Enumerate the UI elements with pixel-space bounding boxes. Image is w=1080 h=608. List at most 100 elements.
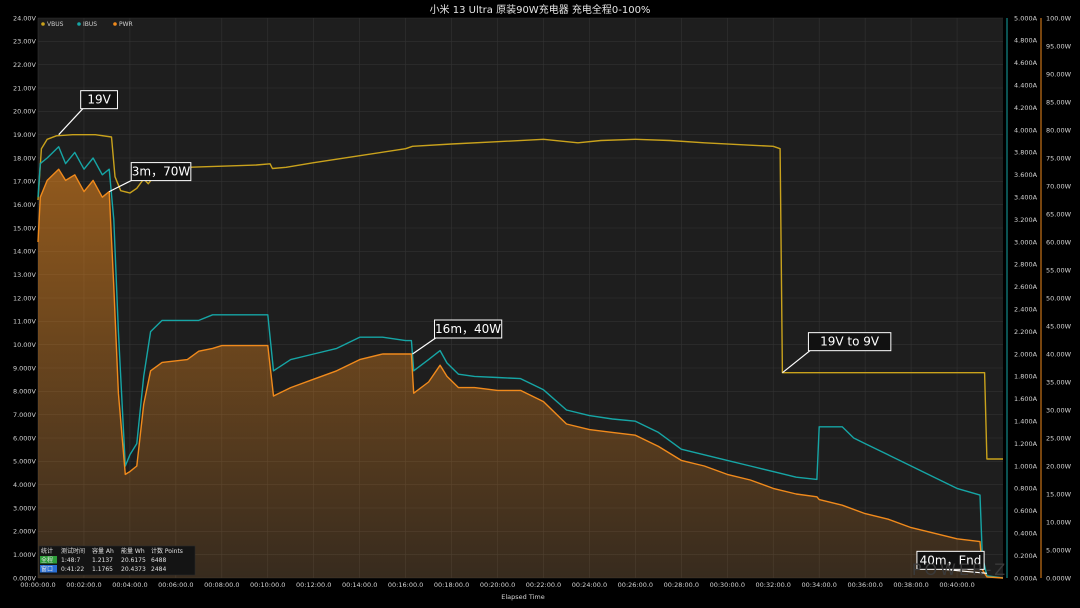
x-tick-label: 00:12:00.0 (296, 581, 331, 589)
y-mid-tick-label: 2.600A (1014, 283, 1038, 291)
y-mid-tick-label: 4.800A (1014, 37, 1038, 45)
y-mid-tick-label: 1.000A (1014, 462, 1038, 470)
watermark: POWER-Z (912, 560, 1008, 579)
legend-label-vbus: VBUS (47, 21, 64, 28)
y-right-tick-label: 60.00W (1046, 238, 1072, 246)
legend-label-pwr: PWR (119, 21, 133, 28)
y-mid-tick-label: 3.400A (1014, 194, 1038, 202)
stats-cell: 全程 (41, 556, 53, 564)
x-axis-time: 00:00:00.0 00:02:00.0 00:04:00.0 00:06:00.0… (20, 581, 974, 589)
legend-marker-ibus (77, 22, 81, 26)
stats-header-cell: 计数 Points (151, 547, 183, 555)
y-left-tick-label: 23.00V (13, 38, 37, 46)
y-mid-tick-label: 0.600A (1014, 507, 1038, 515)
y-right-tick-label: 30.00W (1046, 406, 1072, 414)
stats-header-cell: 测试时间 (61, 547, 85, 555)
x-tick-label: 00:02:00.0 (66, 581, 101, 589)
x-tick-label: 00:32:00.0 (756, 581, 791, 589)
y-mid-tick-label: 0.200A (1014, 552, 1038, 560)
annotation-label: 16m，40W (435, 322, 501, 336)
x-tick-label: 00:16:00.0 (388, 581, 423, 589)
x-tick-label: 00:34:00.0 (801, 581, 836, 589)
legend-label-ibus: IBUS (83, 21, 97, 28)
legend-marker-pwr (113, 22, 117, 26)
stats-cell: 2484 (151, 566, 166, 573)
y-left-tick-label: 6.000V (13, 434, 37, 442)
x-tick-label: 00:18:00.0 (434, 581, 469, 589)
y-mid-tick-label: 3.000A (1014, 238, 1038, 246)
y-right-tick-label: 100.0W (1046, 14, 1072, 22)
y-left-tick-label: 18.00V (13, 154, 37, 162)
y-left-tick-label: 7.000V (13, 411, 37, 419)
y-mid-tick-label: 1.600A (1014, 395, 1038, 403)
chart-container: 小米 13 Ultra 原装90W充电器 充电全程0-100% 0.000V 1.… (0, 0, 1080, 608)
x-tick-label: 00:30:00.0 (710, 581, 745, 589)
stats-cell: 1.2137 (92, 557, 113, 564)
y-mid-tick-label: 4.200A (1014, 104, 1038, 112)
y-mid-tick-label: 1.200A (1014, 440, 1038, 448)
x-tick-label: 00:38:00.0 (893, 581, 928, 589)
y-left-tick-label: 3.000V (13, 504, 37, 512)
y-left-tick-label: 8.000V (13, 388, 37, 396)
y-mid-tick-label: 1.400A (1014, 418, 1038, 426)
legend-marker-vbus (41, 22, 45, 26)
x-tick-label: 00:06:00.0 (158, 581, 193, 589)
y-mid-tick-label: 2.400A (1014, 306, 1038, 314)
x-axis-label: Elapsed Time (501, 593, 545, 601)
y-left-tick-label: 11.00V (13, 318, 37, 326)
y-left-tick-label: 13.00V (13, 271, 37, 279)
y-mid-tick-label: 0.800A (1014, 485, 1038, 493)
y-left-tick-label: 24.00V (13, 14, 37, 22)
y-left-tick-label: 1.000V (13, 551, 37, 559)
y-right-tick-label: 65.00W (1046, 210, 1072, 218)
x-tick-label: 00:00:00.0 (20, 581, 55, 589)
x-tick-label: 00:20:00.0 (480, 581, 515, 589)
y-right-tick-label: 5.000W (1046, 546, 1072, 554)
stats-cell: 20.4373 (121, 566, 146, 573)
stats-cell: 1.1765 (92, 566, 113, 573)
y-right-tick-label: 25.00W (1046, 434, 1072, 442)
annotation-label: 3m，70W (132, 165, 191, 179)
chart-title: 小米 13 Ultra 原装90W充电器 充电全程0-100% (430, 3, 651, 16)
y-right-tick-label: 95.00W (1046, 42, 1072, 50)
stats-header-cell: 能量 Wh (121, 547, 145, 555)
y-right-tick-label: 10.00W (1046, 518, 1072, 526)
annotation-label: 19V (87, 93, 111, 107)
legend: VBUS IBUS PWR (41, 21, 133, 28)
y-right-tick-label: 0.000W (1046, 574, 1072, 582)
x-tick-label: 00:24:00.0 (572, 581, 607, 589)
y-left-tick-label: 17.00V (13, 178, 37, 186)
x-tick-label: 00:08:00.0 (204, 581, 239, 589)
y-mid-tick-label: 0.000A (1014, 574, 1038, 582)
y-right-tick-label: 35.00W (1046, 378, 1072, 386)
y-right-tick-label: 75.00W (1046, 154, 1072, 162)
stats-cell: 6488 (151, 557, 166, 564)
y-left-tick-label: 9.000V (13, 364, 37, 372)
y-mid-tick-label: 2.800A (1014, 261, 1038, 269)
y-right-tick-label: 55.00W (1046, 266, 1072, 274)
y-mid-tick-label: 2.200A (1014, 328, 1038, 336)
y-left-tick-label: 4.000V (13, 481, 37, 489)
y-left-tick-label: 2.000V (13, 528, 37, 536)
y-mid-tick-label: 5.000A (1014, 14, 1038, 22)
stats-cell: 20.6175 (121, 557, 146, 564)
y-right-tick-label: 70.00W (1046, 182, 1072, 190)
x-tick-label: 00:04:00.0 (112, 581, 147, 589)
x-tick-label: 00:10:00.0 (250, 581, 285, 589)
stats-header-cell: 统计 (41, 547, 53, 555)
y-mid-tick-label: 3.200A (1014, 216, 1038, 224)
x-tick-label: 00:22:00.0 (526, 581, 561, 589)
annotation-label: 19V to 9V (820, 335, 880, 349)
x-tick-label: 00:26:00.0 (618, 581, 653, 589)
y-left-tick-label: 21.00V (13, 84, 37, 92)
y-left-tick-label: 12.00V (13, 294, 37, 302)
y-left-tick-label: 20.00V (13, 108, 37, 116)
y-mid-tick-label: 4.000A (1014, 126, 1038, 134)
y-mid-tick-label: 2.000A (1014, 350, 1038, 358)
y-left-tick-label: 15.00V (13, 224, 37, 232)
y-mid-tick-label: 1.800A (1014, 373, 1038, 381)
y-right-tick-label: 50.00W (1046, 294, 1072, 302)
charging-curve-chart: 小米 13 Ultra 原装90W充电器 充电全程0-100% 0.000V1.… (0, 0, 1080, 608)
y-right-tick-label: 80.00W (1046, 126, 1072, 134)
y-right-tick-label: 40.00W (1046, 350, 1072, 358)
